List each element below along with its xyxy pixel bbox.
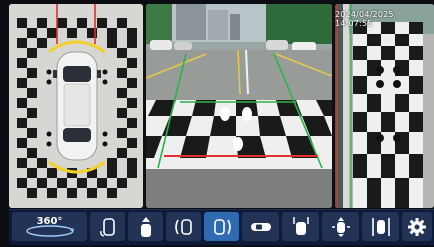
side-camera-panel[interactable]: 2024/04/2025 14:07:55 [335,4,434,208]
front-camera-image [146,4,332,208]
front-wheel-view-icon [292,216,309,235]
car-button[interactable] [242,212,279,241]
surround-view-screen: 2024/04/2025 14:07:55 360° [0,0,434,247]
car-icon [250,222,271,231]
right-view-icon [213,218,231,235]
side-by-side-button[interactable] [362,212,399,241]
front-wheel-view-button[interactable] [282,212,319,241]
divider [143,4,145,208]
left-view-button[interactable] [166,212,201,241]
rear-wheel-view-icon [99,217,115,237]
car-model [53,51,101,161]
front-camera-panel[interactable] [146,4,332,208]
rear-view-icon [331,216,350,237]
rear-wheel-view-button[interactable] [90,212,125,241]
divider [332,4,334,208]
rear-view-button[interactable] [322,212,359,241]
top-view-image [9,4,143,208]
datetime-readout: 2024/04/2025 14:07:55 [335,10,394,28]
360-view-button[interactable]: 360° [12,212,87,241]
360-label: 360° [36,216,63,227]
side-camera-image [335,4,434,208]
front-view-icon [140,216,151,237]
right-view-button[interactable] [204,212,239,241]
side-by-side-icon [371,217,390,236]
gear-icon [408,217,426,236]
front-view-button[interactable] [128,212,163,241]
settings-button[interactable] [402,212,432,241]
left-view-icon [174,218,192,235]
top-view-panel[interactable] [9,4,143,208]
